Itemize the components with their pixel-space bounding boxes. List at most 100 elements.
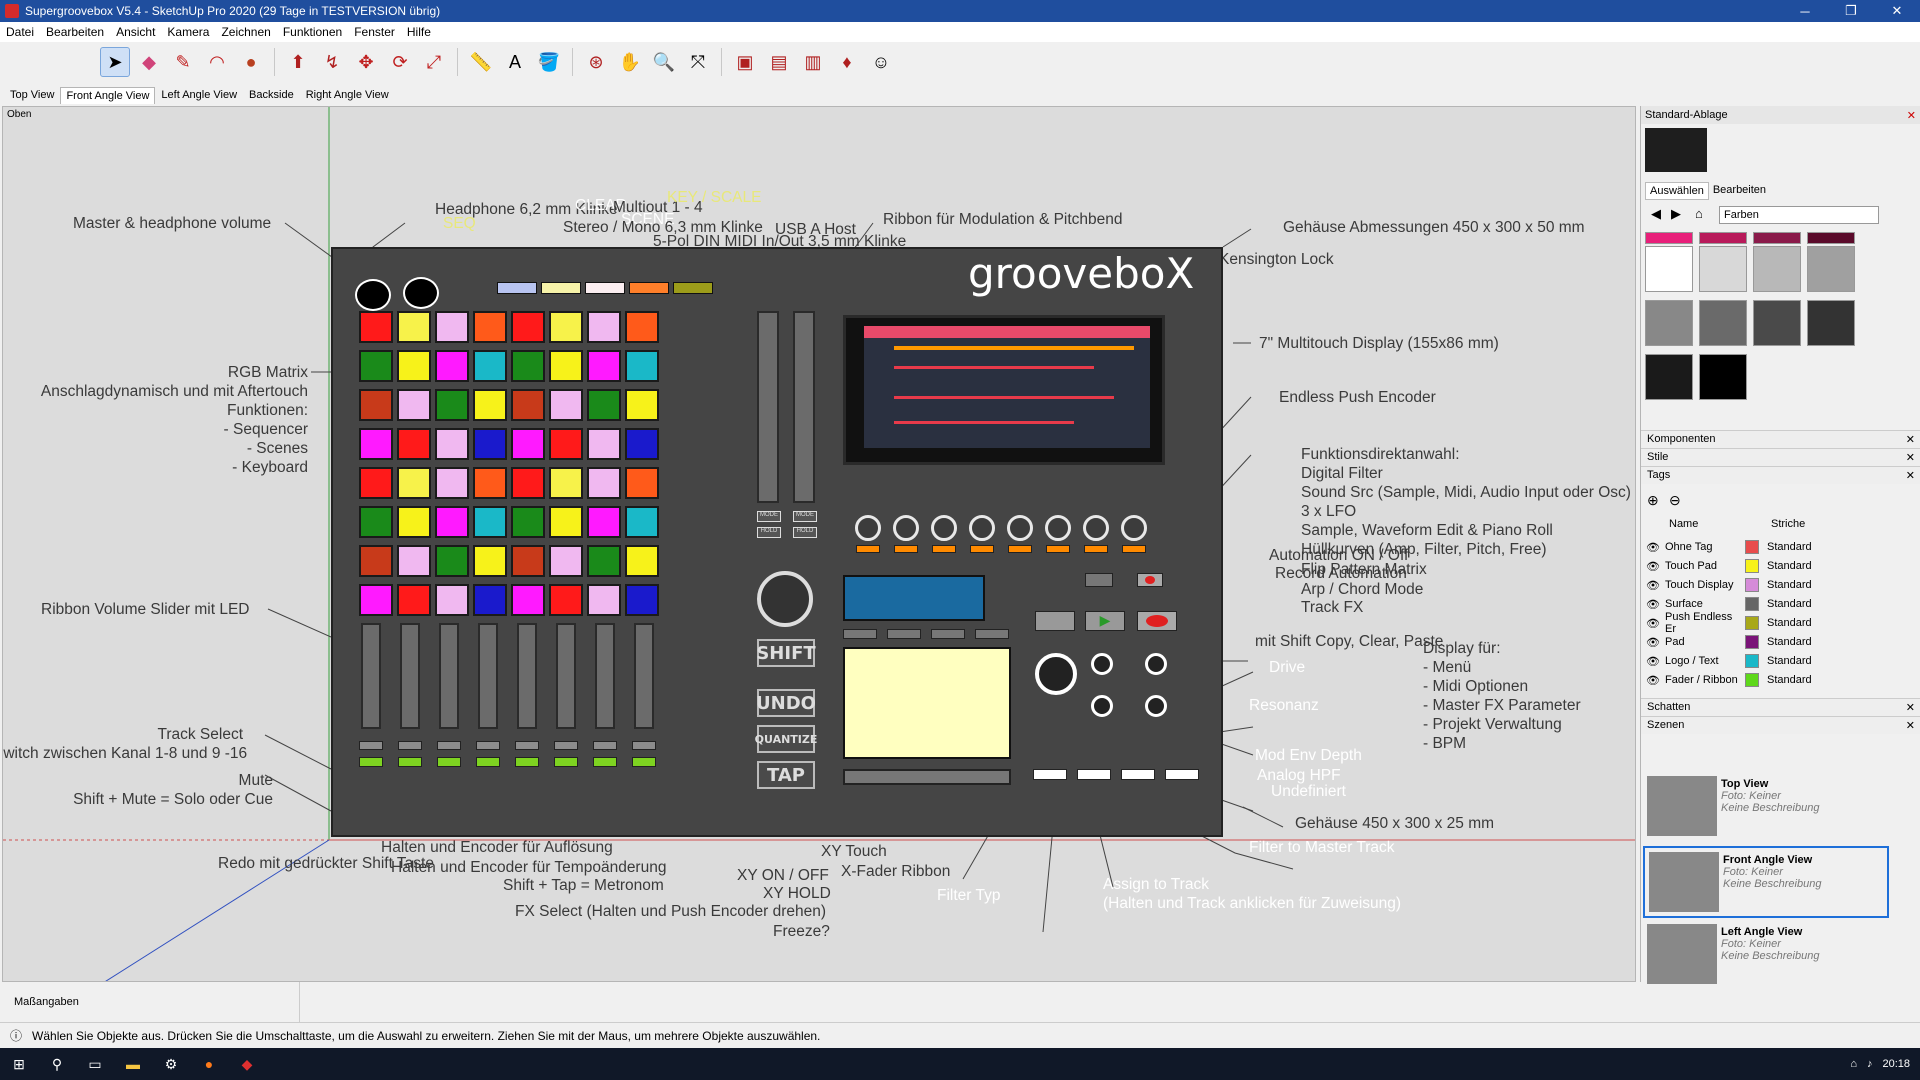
move-tool-icon[interactable]: ✥: [351, 47, 381, 77]
pad[interactable]: [625, 311, 659, 343]
tag-stroke[interactable]: Standard: [1767, 674, 1812, 686]
automation-button[interactable]: [1085, 573, 1113, 587]
tag-color[interactable]: [1745, 597, 1759, 611]
tag-color[interactable]: [1745, 578, 1759, 592]
pad[interactable]: [625, 467, 659, 499]
maximize-button[interactable]: ❐: [1828, 0, 1874, 22]
tab-right-angle-view[interactable]: Right Angle View: [300, 86, 395, 104]
scale-tool-icon[interactable]: ⤢: [419, 47, 449, 77]
pad[interactable]: [625, 428, 659, 460]
seq-button[interactable]: [497, 282, 537, 294]
pitch-ribbon-left[interactable]: [757, 311, 779, 503]
pad[interactable]: [473, 584, 507, 616]
pad[interactable]: [397, 428, 431, 460]
menu-datei[interactable]: Datei: [0, 25, 40, 39]
close-button[interactable]: ✕: [1874, 0, 1920, 22]
pad[interactable]: [511, 467, 545, 499]
pad[interactable]: [587, 545, 621, 577]
rotate-tool-icon[interactable]: ⟳: [385, 47, 415, 77]
display-button-4[interactable]: [975, 629, 1009, 639]
menu-fenster[interactable]: Fenster: [348, 25, 401, 39]
tag-color[interactable]: [1745, 540, 1759, 554]
color-swatch[interactable]: [1645, 354, 1693, 400]
display-button-3[interactable]: [931, 629, 965, 639]
pad[interactable]: [397, 506, 431, 538]
pad[interactable]: [359, 545, 393, 577]
extension-warehouse-icon[interactable]: ▥: [798, 47, 828, 77]
scene-button[interactable]: [541, 282, 581, 294]
tag-color[interactable]: [1745, 616, 1759, 630]
pitch-ribbon-right[interactable]: [793, 311, 815, 503]
track-select-button[interactable]: [554, 741, 578, 750]
pad[interactable]: [473, 350, 507, 382]
assign-button-4[interactable]: [1165, 769, 1199, 780]
track-select-button[interactable]: [398, 741, 422, 750]
volume-ribbon-fader[interactable]: [517, 623, 537, 729]
track-select-button[interactable]: [437, 741, 461, 750]
color-swatch[interactable]: [1699, 354, 1747, 400]
pad[interactable]: [435, 311, 469, 343]
mute-button[interactable]: [398, 757, 422, 767]
scene-item[interactable]: Top View Foto: Keiner Keine Beschreibung: [1643, 772, 1889, 844]
mode-button[interactable]: MODE: [757, 511, 781, 522]
top-button-5[interactable]: [673, 282, 713, 294]
ruby-icon[interactable]: ♦: [832, 47, 862, 77]
pad[interactable]: [397, 311, 431, 343]
pad[interactable]: [435, 545, 469, 577]
tag-row[interactable]: 👁 Push Endless Er Standard: [1641, 611, 1881, 635]
close-tray-icon[interactable]: ✕: [1907, 109, 1916, 122]
volume-ribbon-fader[interactable]: [595, 623, 615, 729]
track-select-button[interactable]: [515, 741, 539, 750]
orbit-tool-icon[interactable]: ⊛: [581, 47, 611, 77]
pad[interactable]: [473, 545, 507, 577]
info-icon[interactable]: ⓘ: [10, 1027, 22, 1044]
visibility-eye-icon[interactable]: 👁: [1641, 674, 1665, 687]
add-tag-icon[interactable]: ⊕: [1647, 492, 1659, 509]
paint-bucket-tool-icon[interactable]: 🪣: [534, 47, 564, 77]
groovebox-device[interactable]: grooveboX MODE MODE HOLD HOLD SHIFT UNDO…: [331, 247, 1223, 837]
menu-hilfe[interactable]: Hilfe: [401, 25, 437, 39]
pad[interactable]: [397, 545, 431, 577]
volume-icon[interactable]: ♪: [1867, 1058, 1873, 1070]
remove-tag-icon[interactable]: ⊖: [1669, 492, 1681, 509]
pad[interactable]: [359, 428, 393, 460]
pad[interactable]: [587, 467, 621, 499]
pad[interactable]: [587, 584, 621, 616]
visibility-eye-icon[interactable]: 👁: [1641, 541, 1665, 554]
analog-hpf-knob[interactable]: [1145, 695, 1167, 717]
mute-button[interactable]: [359, 757, 383, 767]
mod-env-depth-knob[interactable]: [1091, 695, 1113, 717]
settings-icon[interactable]: ⚙: [152, 1048, 190, 1080]
pad[interactable]: [549, 506, 583, 538]
tag-color[interactable]: [1745, 673, 1759, 687]
pad[interactable]: [549, 389, 583, 421]
tag-color[interactable]: [1745, 635, 1759, 649]
pad[interactable]: [359, 584, 393, 616]
pad[interactable]: [549, 584, 583, 616]
color-swatch[interactable]: [1807, 246, 1855, 292]
tag-row[interactable]: 👁 Pad Standard: [1641, 633, 1881, 651]
mute-button[interactable]: [515, 757, 539, 767]
file-explorer-icon[interactable]: ▬: [114, 1048, 152, 1080]
follow-me-tool-icon[interactable]: ↯: [317, 47, 347, 77]
color-swatch[interactable]: [1645, 232, 1693, 244]
mute-button[interactable]: [632, 757, 656, 767]
pad[interactable]: [473, 389, 507, 421]
volume-ribbon-fader[interactable]: [634, 623, 654, 729]
3d-viewport[interactable]: Oben Master & headphone volume Headphone…: [2, 106, 1636, 982]
endless-push-encoder-knob[interactable]: [893, 515, 919, 541]
tab-backside[interactable]: Backside: [243, 86, 300, 104]
pad[interactable]: [359, 506, 393, 538]
master-volume-knob[interactable]: [355, 279, 391, 311]
tag-stroke[interactable]: Standard: [1767, 636, 1812, 648]
mode-button-2[interactable]: MODE: [793, 511, 817, 522]
shape-tool-icon[interactable]: ●: [236, 47, 266, 77]
section-komponenten[interactable]: Komponenten ✕: [1641, 430, 1920, 448]
pad[interactable]: [587, 428, 621, 460]
pad[interactable]: [549, 428, 583, 460]
color-swatch[interactable]: [1753, 232, 1801, 244]
zoom-tool-icon[interactable]: 🔍: [649, 47, 679, 77]
color-swatch[interactable]: [1753, 246, 1801, 292]
pad[interactable]: [511, 428, 545, 460]
volume-ribbon-fader[interactable]: [556, 623, 576, 729]
